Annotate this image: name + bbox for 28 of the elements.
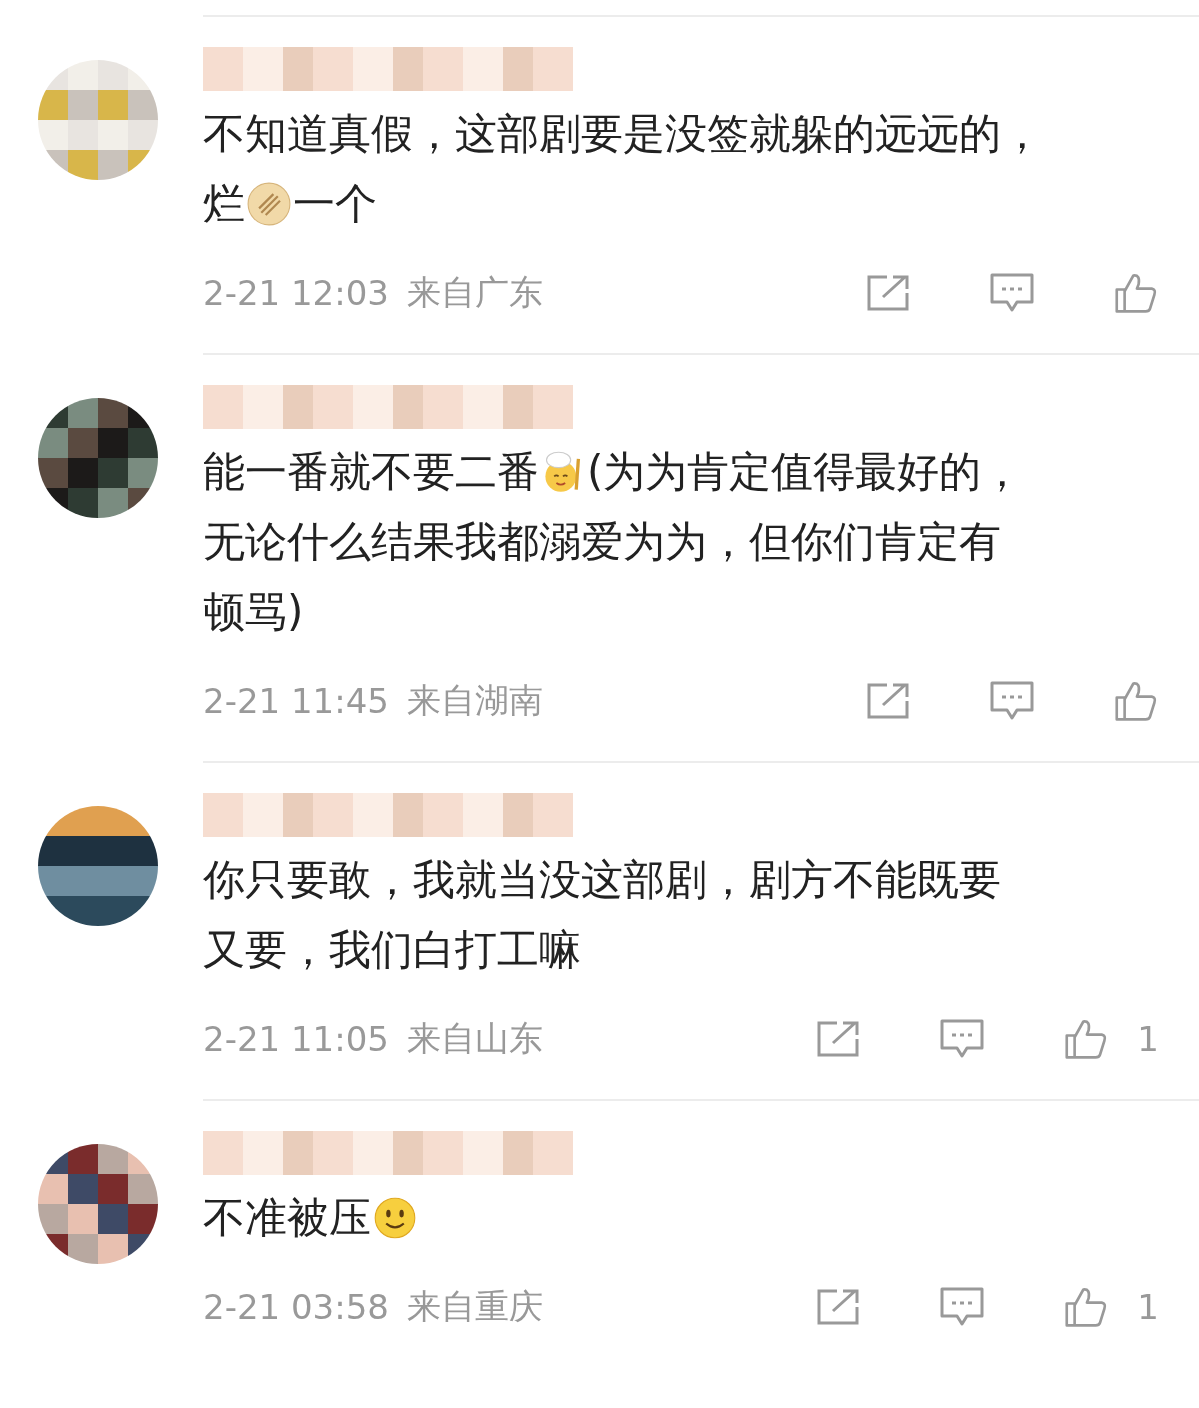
comment-icon[interactable] <box>989 680 1035 722</box>
comment-icon[interactable] <box>939 1018 986 1060</box>
comment-text: 顿骂) <box>203 587 304 636</box>
comment-location: 来自山东 <box>406 1017 543 1060</box>
like-count: 1 <box>1137 1019 1159 1059</box>
thumbs-up-icon[interactable] <box>1113 680 1159 722</box>
comment-time: 2-21 03:58 <box>203 1287 389 1327</box>
comment-text: 你只要敢，我就当没这部剧，剧方不能既要 <box>203 855 1001 904</box>
comment-text: 无论什么结果我都溺爱为为，但你们肯定有 <box>203 517 1001 566</box>
comment-text: 不准被压 <box>203 1193 371 1242</box>
comment-time: 2-21 11:45 <box>203 681 389 721</box>
comment-icon[interactable] <box>939 1286 986 1328</box>
comment-text: (为为肯定值得最好的， <box>587 447 1024 496</box>
comment-location: 来自湖南 <box>406 679 543 722</box>
comment-time: 2-21 12:03 <box>203 273 389 313</box>
comment-text: 能一番就不要二番 <box>203 447 539 496</box>
comment-time: 2-21 11:05 <box>203 1019 389 1059</box>
comment-text: 一个 <box>293 179 377 228</box>
thumbs-up-icon[interactable] <box>1113 272 1159 314</box>
comment-text: 又要，我们白打工嘛 <box>203 925 581 974</box>
comment-location: 来自重庆 <box>406 1285 543 1328</box>
comment-icon[interactable] <box>989 272 1035 314</box>
comment-text: 不知道真假，这部剧要是没签就躲的远远的， <box>203 109 1043 158</box>
like-count: 1 <box>1137 1287 1159 1327</box>
comment-location: 来自广东 <box>406 271 543 314</box>
pancake-emoji-icon <box>247 182 291 226</box>
smile-emoji-icon <box>373 1196 417 1240</box>
comment-text: 烂 <box>203 179 245 228</box>
